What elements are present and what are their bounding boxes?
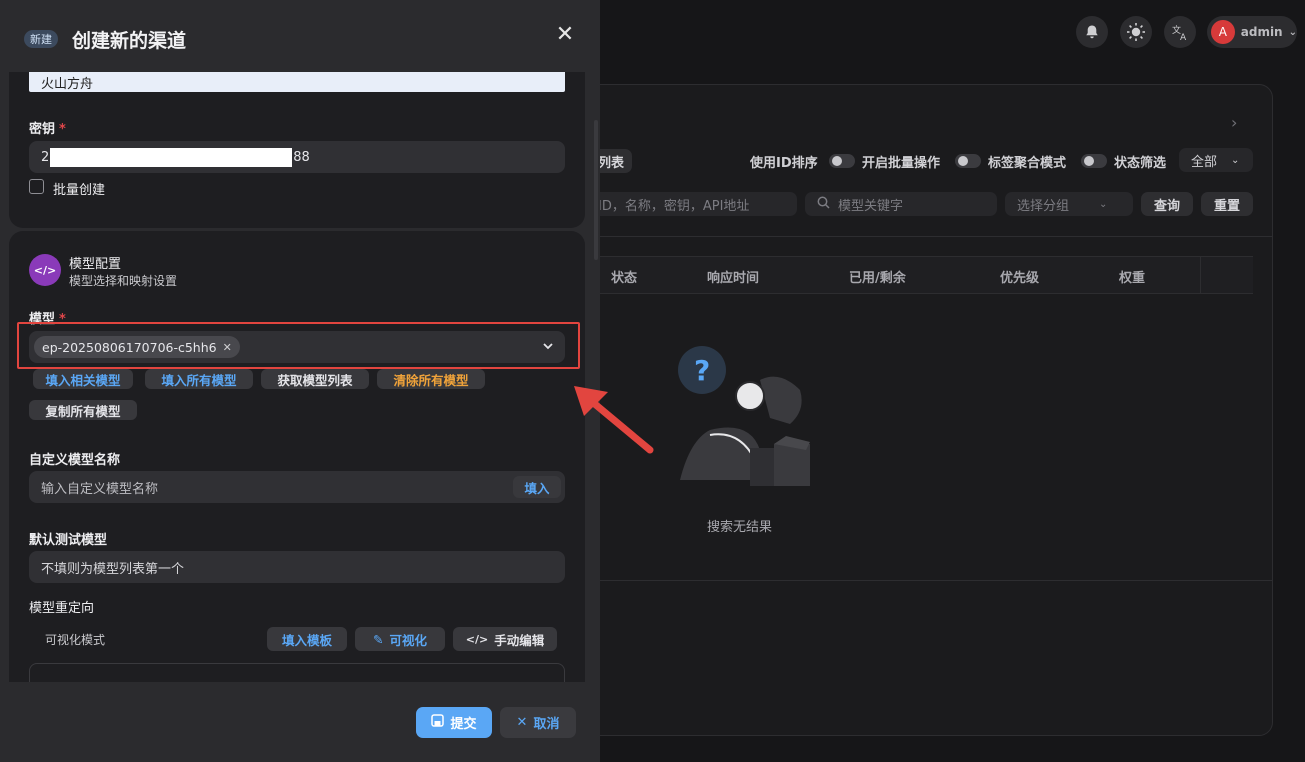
default-test-input[interactable]: 不填则为模型列表第一个 [29,551,565,583]
submit-button[interactable]: 提交 [416,707,492,738]
model-keyword-input[interactable]: 模型关键字 [805,192,997,216]
tag-agg-toggle[interactable] [1081,154,1107,168]
search-input[interactable]: ID，名称，密钥，API地址 [586,192,797,216]
divider [560,236,1273,237]
empty-text: 搜索无结果 [707,520,773,535]
fill-custom-button[interactable]: 填入 [513,476,561,498]
clear-all-button[interactable]: 清除所有模型 [377,369,485,389]
chevron-down-icon: ⌄ [1099,198,1108,210]
column-header: 优先级 [1000,271,1040,286]
code-icon: </> [465,632,489,646]
fill-related-button[interactable]: 填入相关模型 [33,369,133,389]
chevron-right-icon[interactable]: › [1231,113,1237,132]
highlight-box [17,322,580,369]
user-name: admin [1240,25,1283,39]
sort-by-id-toggle[interactable] [829,154,855,168]
drawer-header: 新建 创建新的渠道 ✕ [0,0,600,72]
svg-text:?: ? [694,354,710,387]
batch-ops-toggle[interactable] [955,154,981,168]
custom-model-label: 自定义模型名称 [29,453,121,468]
batch-ops-label: 开启批量操作 [862,156,941,171]
user-menu[interactable]: A admin ⌄ [1207,16,1297,48]
section-title: 模型配置 [69,257,122,272]
column-header: 状态 [611,271,638,286]
column-header: 响应时间 [707,271,760,286]
fill-all-button[interactable]: 填入所有模型 [145,369,253,389]
status-select[interactable]: 全部 ⌄ [1179,148,1253,172]
status-filter-label: 状态筛选 [1114,156,1167,171]
section-subtitle: 模型选择和映射设置 [69,274,178,288]
fetch-model-list-button[interactable]: 获取模型列表 [261,369,369,389]
chevron-down-icon: ⌄ [1288,26,1297,38]
tag-agg-label: 标签聚合模式 [988,156,1067,171]
copy-all-button[interactable]: 复制所有模型 [29,400,137,420]
key-input[interactable]: 2 88 [29,141,565,173]
column-header: 已用/剩余 [849,271,906,286]
custom-model-input[interactable]: 输入自定义模型名称 [29,471,565,503]
svg-text:A: A [1180,33,1187,41]
fill-template-button[interactable]: 填入模板 [267,627,347,651]
close-icon: ✕ [516,715,528,730]
table-header [560,256,1253,294]
divider [560,580,1273,581]
divider [1200,257,1201,293]
default-test-label: 默认测试模型 [29,533,108,548]
code-icon: </> [29,254,61,286]
visual-mode-label: 可视化模式 [45,633,106,647]
redirect-label: 模型重定向 [29,601,95,616]
create-channel-drawer: 新建 创建新的渠道 ✕ 火山方舟 密钥 * 2 88 批量创建 </> 模型配置 … [0,0,600,762]
visualize-button[interactable]: ✎ 可视化 [355,627,445,651]
scrollbar[interactable] [594,120,598,260]
column-header: 权重 [1119,271,1146,286]
cancel-button[interactable]: ✕ 取消 [500,707,576,738]
query-button[interactable]: 查询 [1141,192,1193,216]
translate-icon[interactable]: 文A [1164,16,1196,48]
search-icon [817,196,830,213]
empty-illustration: ? [670,340,820,490]
chevron-down-icon: ⌄ [1231,154,1240,166]
save-icon [431,714,445,731]
avatar: A [1211,20,1235,44]
pencil-icon: ✎ [373,631,384,647]
close-icon[interactable]: ✕ [554,24,576,46]
sun-icon[interactable] [1120,16,1152,48]
channel-name-input[interactable]: 火山方舟 [29,72,565,92]
reset-button[interactable]: 重置 [1201,192,1253,216]
manual-edit-button[interactable]: </> 手动编辑 [453,627,557,651]
batch-create-label: 批量创建 [53,183,106,198]
sort-by-id-label: 使用ID排序 [750,156,818,171]
batch-create-checkbox[interactable] [29,179,44,194]
channel-list-card [560,84,1273,736]
annotation-arrow-icon [568,380,658,460]
new-badge: 新建 [24,30,58,48]
redacted-key [50,147,293,167]
bell-icon[interactable] [1076,16,1108,48]
group-select[interactable]: 选择分组 ⌄ [1005,192,1133,216]
drawer-title: 创建新的渠道 [72,30,187,52]
key-label: 密钥 * [29,122,66,137]
